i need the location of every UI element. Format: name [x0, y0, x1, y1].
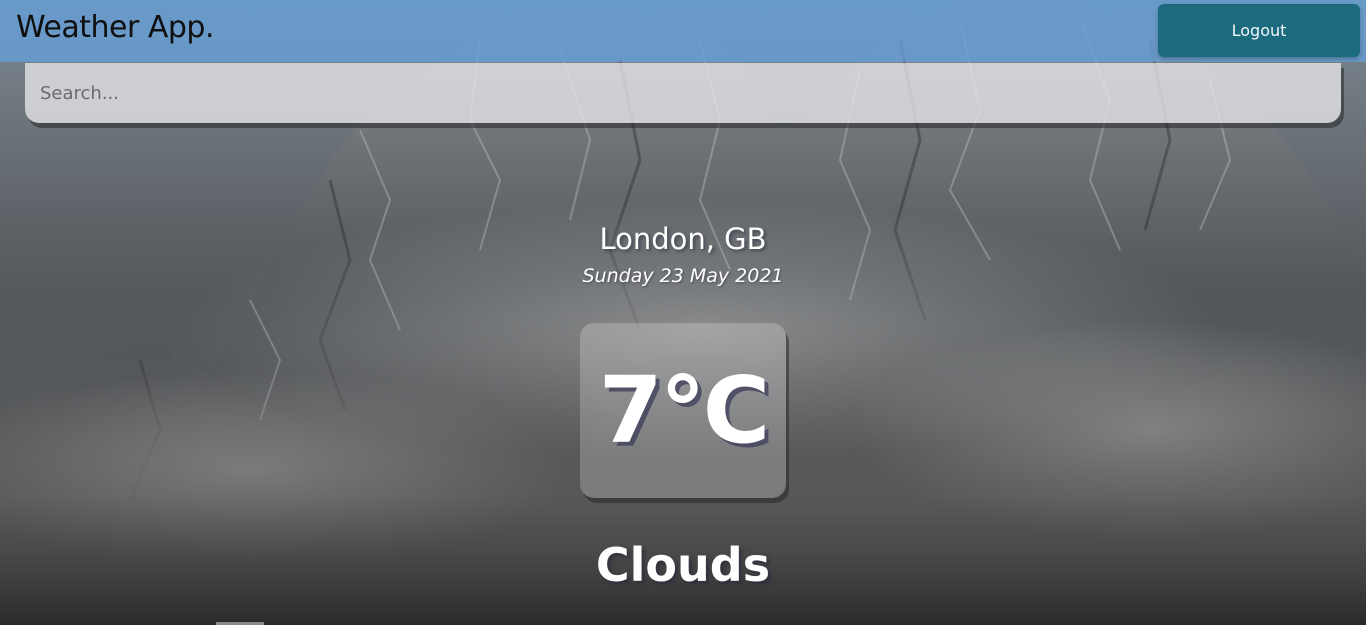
search-bar [25, 63, 1341, 123]
weather-condition: Clouds [595, 538, 771, 592]
weather-app: Weather App. Logout London, GB Sunday 23… [0, 0, 1366, 625]
logout-button[interactable]: Logout [1158, 4, 1360, 57]
location-label: London, GB [599, 222, 767, 256]
temperature-value: 7°C [598, 357, 771, 464]
top-navbar: Weather App. Logout [0, 0, 1366, 62]
search-input[interactable] [25, 63, 1341, 123]
app-brand-title: Weather App. [16, 10, 215, 45]
date-label: Sunday 23 May 2021 [582, 265, 784, 287]
temperature-card: 7°C [580, 323, 786, 498]
